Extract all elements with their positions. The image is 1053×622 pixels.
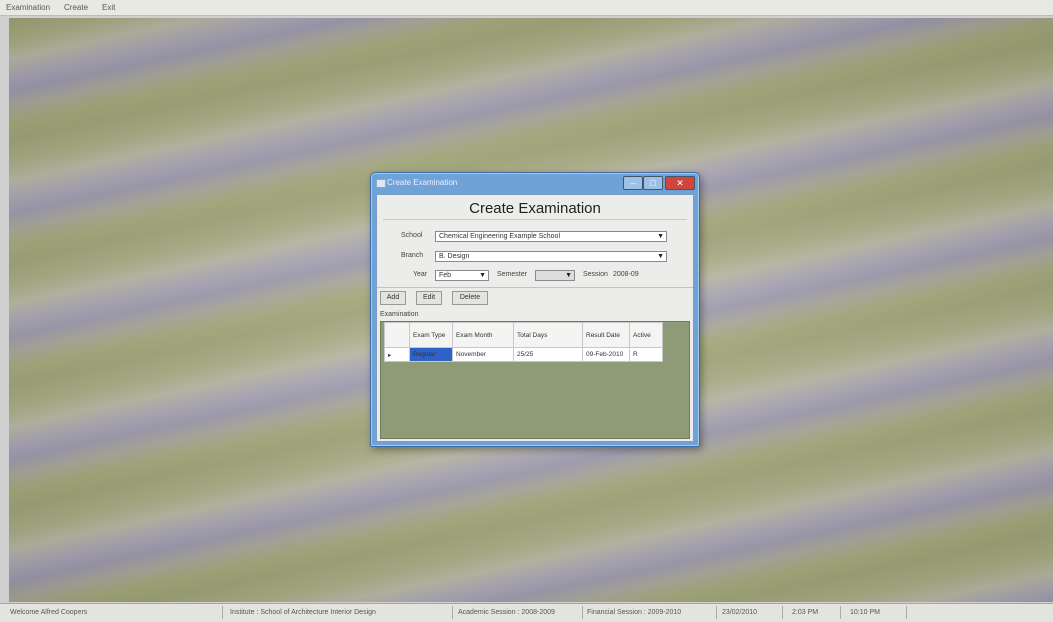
dialog-window-title: Create Examination (387, 178, 458, 187)
column-header-total-days[interactable]: Total Days (513, 322, 583, 348)
table-header-row: Exam Type Exam Month Total Days Result D… (384, 322, 663, 348)
status-divider (840, 606, 841, 619)
delete-button[interactable]: Delete (452, 291, 488, 305)
row-marker: ▸ (384, 347, 410, 362)
column-header-exam-month[interactable]: Exam Month (452, 322, 514, 348)
toolbar-divider (377, 287, 693, 288)
chevron-down-icon: ▼ (657, 233, 664, 240)
table-cell[interactable]: R (629, 347, 663, 362)
status-institute: Institute : School of Architecture Inter… (230, 609, 376, 616)
status-user: Welcome Alfred Coopers (10, 609, 88, 616)
semester-select[interactable]: ▼ (535, 270, 575, 281)
chevron-down-icon: ▼ (657, 253, 664, 260)
status-financial-session: Financial Session : 2009-2010 (587, 609, 682, 616)
menu-bar: Examination Create Exit (0, 0, 1053, 16)
chevron-down-icon: ▼ (565, 272, 572, 279)
semester-label: Semester (497, 271, 527, 278)
dialog-client-area: Create Examination School Chemical Engin… (376, 194, 694, 442)
heading-divider (383, 219, 687, 220)
year-label: Year (413, 271, 428, 278)
school-label: School (401, 232, 423, 239)
status-divider (716, 606, 717, 619)
close-button[interactable]: ✕ (665, 176, 695, 190)
edit-button[interactable]: Edit (416, 291, 442, 305)
menu-item-exit[interactable]: Exit (102, 3, 115, 12)
status-date: 23/02/2010 (722, 609, 758, 616)
session-label: Session (583, 271, 608, 278)
examination-table: Exam Type Exam Month Total Days Result D… (384, 322, 663, 362)
status-academic-session: Academic Session : 2008-2009 (458, 609, 555, 616)
examination-grid: Exam Type Exam Month Total Days Result D… (380, 321, 690, 439)
status-time: 2:03 PM (792, 609, 819, 616)
dialog-heading: Create Examination (469, 200, 601, 217)
table-cell[interactable]: Regular (409, 347, 453, 362)
status-divider (222, 606, 223, 619)
table-cell[interactable]: 09-Feb-2010 (582, 347, 630, 362)
table-cell[interactable]: November (452, 347, 514, 362)
branch-label: Branch (401, 252, 424, 259)
menu-item-examination[interactable]: Examination (6, 3, 50, 12)
branch-select[interactable]: B. Design ▼ (435, 251, 667, 262)
year-select[interactable]: Feb ▼ (435, 270, 489, 281)
minimize-button[interactable]: – (623, 176, 643, 190)
create-examination-dialog: Create Examination – □ ✕ Create Examinat… (370, 172, 700, 447)
maximize-button[interactable]: □ (643, 176, 663, 190)
column-header-exam-type[interactable]: Exam Type (409, 322, 453, 348)
status-divider (582, 606, 583, 619)
status-divider (906, 606, 907, 619)
table-cell[interactable]: 25/25 (513, 347, 583, 362)
status-bar: Welcome Alfred Coopers Institute : Schoo… (0, 603, 1053, 622)
year-select-value: Feb (439, 272, 452, 279)
school-select[interactable]: Chemical Engineering Example School ▼ (435, 231, 667, 242)
school-select-value: Chemical Engineering Example School (439, 233, 561, 240)
status-clock: 10:10 PM (850, 609, 880, 616)
chevron-down-icon: ▼ (479, 272, 486, 279)
branch-select-value: B. Design (439, 253, 470, 260)
add-button[interactable]: Add (380, 291, 406, 305)
column-header-result-date[interactable]: Result Date (582, 322, 630, 348)
session-value: 2008-09 (613, 271, 639, 278)
column-header-active[interactable]: Active (629, 322, 663, 348)
window-app-icon (376, 179, 386, 188)
table-row[interactable]: ▸ Regular November 25/25 09-Feb-2010 R (384, 347, 663, 362)
status-divider (782, 606, 783, 619)
grid-caption: Examination (380, 311, 419, 318)
status-divider (452, 606, 453, 619)
row-header-corner (384, 322, 410, 348)
dialog-title-bar[interactable]: Create Examination – □ ✕ (371, 173, 699, 193)
menu-item-create[interactable]: Create (64, 3, 88, 12)
